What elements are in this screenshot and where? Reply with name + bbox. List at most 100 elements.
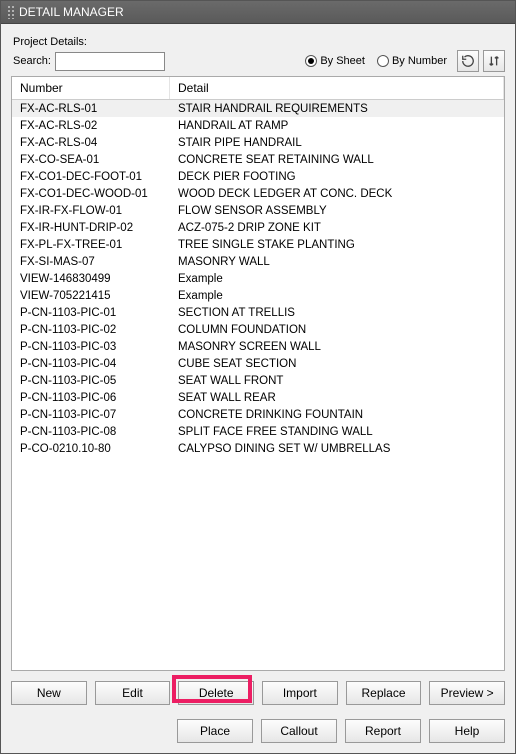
grip-icon	[7, 5, 15, 19]
radio-by-number-label: By Number	[392, 55, 447, 67]
cell-detail: CONCRETE DRINKING FOUNTAIN	[170, 409, 504, 421]
window-body: Project Details: Search: By Sheet By Num…	[1, 24, 515, 753]
search-label: Search:	[13, 55, 51, 67]
table-row[interactable]: P-CN-1103-PIC-08SPLIT FACE FREE STANDING…	[12, 423, 504, 440]
cell-detail: COLUMN FOUNDATION	[170, 324, 504, 336]
table-row[interactable]: P-CN-1103-PIC-07CONCRETE DRINKING FOUNTA…	[12, 406, 504, 423]
sort-icon	[487, 54, 501, 68]
cell-number: P-CN-1103-PIC-01	[12, 307, 170, 319]
radio-by-sheet[interactable]: By Sheet	[305, 55, 365, 67]
cell-number: FX-CO-SEA-01	[12, 154, 170, 166]
cell-number: P-CN-1103-PIC-06	[12, 392, 170, 404]
project-details-label: Project Details:	[13, 36, 507, 48]
table-body: FX-AC-RLS-01STAIR HANDRAIL REQUIREMENTSF…	[12, 100, 504, 670]
place-button[interactable]: Place	[177, 719, 253, 743]
cell-number: P-CN-1103-PIC-08	[12, 426, 170, 438]
cell-number: P-CN-1103-PIC-02	[12, 324, 170, 336]
replace-button[interactable]: Replace	[346, 681, 422, 705]
table-row[interactable]: P-CN-1103-PIC-03MASONRY SCREEN WALL	[12, 338, 504, 355]
callout-button[interactable]: Callout	[261, 719, 337, 743]
refresh-icon	[461, 54, 475, 68]
cell-number: FX-CO1-DEC-FOOT-01	[12, 171, 170, 183]
cell-detail: CUBE SEAT SECTION	[170, 358, 504, 370]
table-row[interactable]: VIEW-146830499Example	[12, 270, 504, 287]
cell-detail: SPLIT FACE FREE STANDING WALL	[170, 426, 504, 438]
table-row[interactable]: FX-AC-RLS-02HANDRAIL AT RAMP	[12, 117, 504, 134]
cell-number: P-CN-1103-PIC-07	[12, 409, 170, 421]
cell-number: FX-IR-HUNT-DRIP-02	[12, 222, 170, 234]
secondary-button-row: Place Callout Report Help	[9, 715, 507, 747]
sort-button[interactable]	[483, 50, 505, 72]
preview-button[interactable]: Preview >	[429, 681, 505, 705]
cell-detail: FLOW SENSOR ASSEMBLY	[170, 205, 504, 217]
cell-detail: Example	[170, 290, 504, 302]
table-row[interactable]: FX-AC-RLS-01STAIR HANDRAIL REQUIREMENTS	[12, 100, 504, 117]
cell-number: P-CO-0210.10-80	[12, 443, 170, 455]
cell-number: FX-PL-FX-TREE-01	[12, 239, 170, 251]
cell-number: FX-AC-RLS-01	[12, 103, 170, 115]
cell-detail: TREE SINGLE STAKE PLANTING	[170, 239, 504, 251]
cell-number: VIEW-705221415	[12, 290, 170, 302]
import-button[interactable]: Import	[262, 681, 338, 705]
cell-detail: CALYPSO DINING SET W/ UMBRELLAS	[170, 443, 504, 455]
refresh-button[interactable]	[457, 50, 479, 72]
table-row[interactable]: FX-CO-SEA-01CONCRETE SEAT RETAINING WALL	[12, 151, 504, 168]
action-button-row: New Edit Delete Import Replace Preview >	[9, 677, 507, 715]
table-row[interactable]: FX-AC-RLS-04STAIR PIPE HANDRAIL	[12, 134, 504, 151]
cell-number: P-CN-1103-PIC-03	[12, 341, 170, 353]
detail-manager-window: DETAIL MANAGER Project Details: Search: …	[0, 0, 516, 754]
table-header: Number Detail	[12, 77, 504, 100]
cell-number: FX-AC-RLS-02	[12, 120, 170, 132]
cell-detail: Example	[170, 273, 504, 285]
new-button[interactable]: New	[11, 681, 87, 705]
table-row[interactable]: FX-CO1-DEC-WOOD-01WOOD DECK LEDGER AT CO…	[12, 185, 504, 202]
cell-detail: SECTION AT TRELLIS	[170, 307, 504, 319]
titlebar[interactable]: DETAIL MANAGER	[1, 1, 515, 24]
table-row[interactable]: FX-IR-FX-FLOW-01FLOW SENSOR ASSEMBLY	[12, 202, 504, 219]
cell-number: VIEW-146830499	[12, 273, 170, 285]
cell-detail: ACZ-075-2 DRIP ZONE KIT	[170, 222, 504, 234]
cell-number: FX-IR-FX-FLOW-01	[12, 205, 170, 217]
search-input[interactable]	[55, 52, 165, 71]
radio-by-sheet-label: By Sheet	[320, 55, 365, 67]
table-row[interactable]: P-CN-1103-PIC-05SEAT WALL FRONT	[12, 372, 504, 389]
radio-icon	[305, 55, 317, 67]
cell-detail: STAIR HANDRAIL REQUIREMENTS	[170, 103, 504, 115]
table-row[interactable]: FX-CO1-DEC-FOOT-01DECK PIER FOOTING	[12, 168, 504, 185]
help-button[interactable]: Help	[429, 719, 505, 743]
radio-icon	[377, 55, 389, 67]
cell-detail: MASONRY WALL	[170, 256, 504, 268]
cell-detail: STAIR PIPE HANDRAIL	[170, 137, 504, 149]
delete-button[interactable]: Delete	[178, 681, 254, 705]
controls-row: Search: By Sheet By Number	[13, 50, 505, 72]
table-row[interactable]: P-CO-0210.10-80CALYPSO DINING SET W/ UMB…	[12, 440, 504, 457]
cell-detail: SEAT WALL REAR	[170, 392, 504, 404]
cell-detail: DECK PIER FOOTING	[170, 171, 504, 183]
table-row[interactable]: FX-SI-MAS-07MASONRY WALL	[12, 253, 504, 270]
column-header-number[interactable]: Number	[12, 77, 170, 99]
cell-number: FX-SI-MAS-07	[12, 256, 170, 268]
cell-number: FX-AC-RLS-04	[12, 137, 170, 149]
table-row[interactable]: P-CN-1103-PIC-06SEAT WALL REAR	[12, 389, 504, 406]
table-row[interactable]: P-CN-1103-PIC-02COLUMN FOUNDATION	[12, 321, 504, 338]
cell-number: FX-CO1-DEC-WOOD-01	[12, 188, 170, 200]
cell-number: P-CN-1103-PIC-04	[12, 358, 170, 370]
radio-by-number[interactable]: By Number	[377, 55, 447, 67]
details-table: Number Detail FX-AC-RLS-01STAIR HANDRAIL…	[11, 76, 505, 671]
cell-detail: CONCRETE SEAT RETAINING WALL	[170, 154, 504, 166]
cell-detail: HANDRAIL AT RAMP	[170, 120, 504, 132]
table-row[interactable]: FX-PL-FX-TREE-01TREE SINGLE STAKE PLANTI…	[12, 236, 504, 253]
window-title: DETAIL MANAGER	[19, 5, 124, 19]
edit-button[interactable]: Edit	[95, 681, 171, 705]
cell-detail: MASONRY SCREEN WALL	[170, 341, 504, 353]
cell-detail: SEAT WALL FRONT	[170, 375, 504, 387]
table-row[interactable]: P-CN-1103-PIC-01SECTION AT TRELLIS	[12, 304, 504, 321]
column-header-detail[interactable]: Detail	[170, 77, 504, 99]
view-mode-radio-group: By Sheet By Number	[305, 55, 447, 67]
table-row[interactable]: P-CN-1103-PIC-04CUBE SEAT SECTION	[12, 355, 504, 372]
table-row[interactable]: VIEW-705221415Example	[12, 287, 504, 304]
report-button[interactable]: Report	[345, 719, 421, 743]
cell-detail: WOOD DECK LEDGER AT CONC. DECK	[170, 188, 504, 200]
cell-number: P-CN-1103-PIC-05	[12, 375, 170, 387]
table-row[interactable]: FX-IR-HUNT-DRIP-02ACZ-075-2 DRIP ZONE KI…	[12, 219, 504, 236]
